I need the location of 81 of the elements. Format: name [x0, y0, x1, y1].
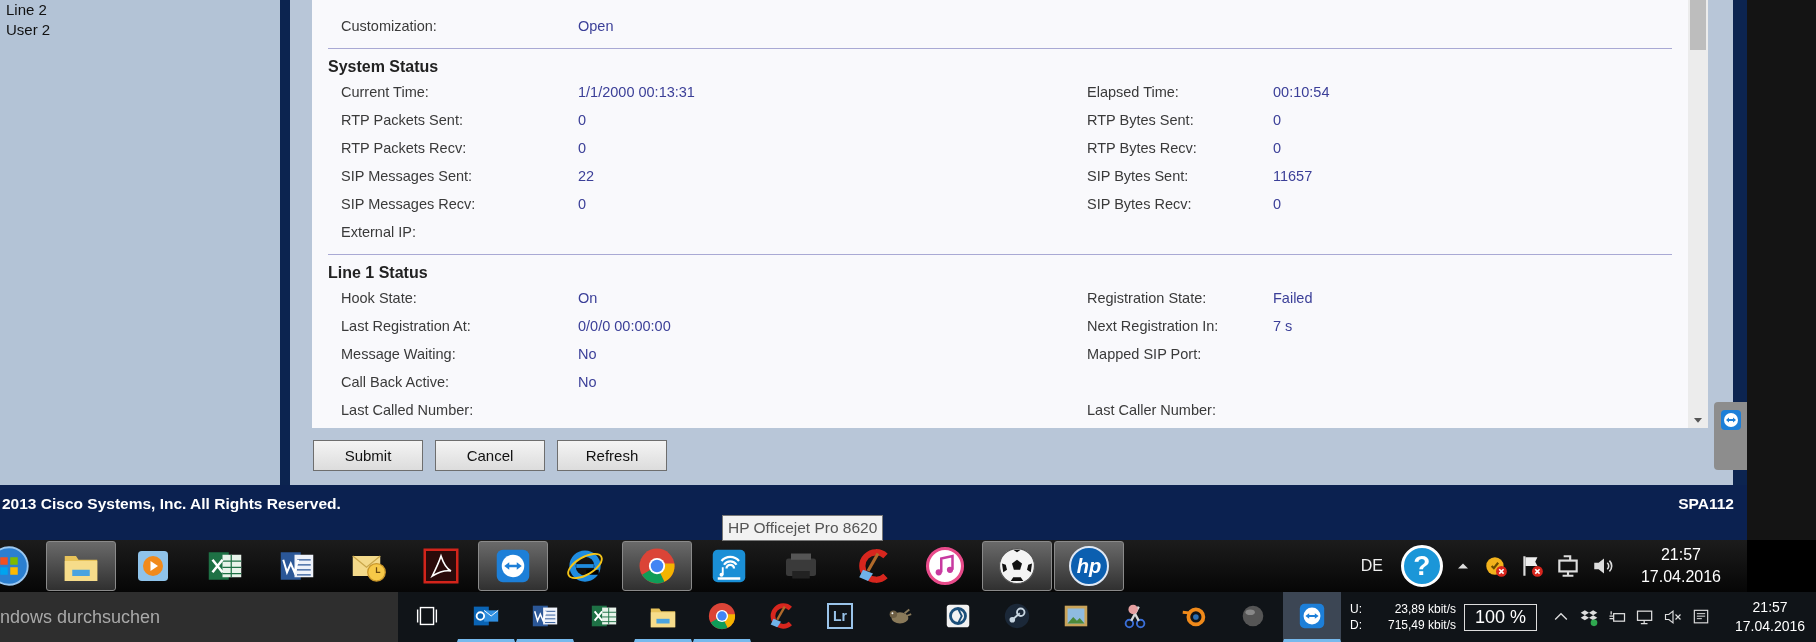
field-value: No — [578, 345, 598, 364]
round-logo-icon — [1002, 601, 1032, 631]
clock[interactable]: 21:57 17.04.2016 — [1735, 598, 1806, 636]
taskbar-button[interactable] — [46, 541, 116, 591]
field-value: 0 — [1273, 139, 1283, 158]
side-handle[interactable] — [1714, 402, 1747, 470]
field-label: Last Caller Number: — [1087, 401, 1217, 420]
taskbar-button[interactable]: Lr — [811, 592, 869, 642]
taskbar-button[interactable] — [622, 541, 692, 591]
field-value: Failed — [1273, 289, 1314, 308]
tooltip: HP Officejet Pro 8620 — [722, 515, 884, 541]
field-value: 00:10:54 — [1273, 83, 1331, 102]
field-label: Last Called Number: — [341, 401, 475, 420]
field-label: RTP Packets Recv: — [341, 139, 468, 158]
scrollbar[interactable] — [1688, 0, 1708, 428]
clock-date: 17.04.2016 — [1640, 567, 1721, 587]
music-note-icon — [925, 546, 965, 586]
field-label: Last Registration At: — [341, 317, 472, 336]
upload-rate: 23,89 kbit/s — [1393, 601, 1456, 617]
sidebar-item[interactable]: Line 2 — [0, 0, 280, 20]
field-value: 22 — [578, 167, 596, 186]
clock-time: 21:57 — [1752, 598, 1788, 617]
round-logo: hp — [1069, 546, 1109, 586]
download-label: D: — [1350, 617, 1363, 633]
field-value: 0 — [578, 111, 588, 130]
field-label: Elapsed Time: — [1087, 83, 1180, 102]
field-value: 0 — [1273, 111, 1283, 130]
round-logo-icon — [637, 546, 677, 586]
field-value: 1/1/2000 00:13:31 — [578, 83, 696, 102]
download-rate: 715,49 kbit/s — [1386, 617, 1456, 633]
taskbar-button[interactable] — [1283, 592, 1341, 642]
field-value: 0 — [578, 195, 588, 214]
copyright-text: 2013 Cisco Systems, Inc. All Rights Reserved. — [2, 495, 341, 513]
field-label: SIP Messages Recv: — [341, 195, 477, 214]
taskbar-button[interactable]: hp — [1054, 541, 1124, 591]
field-label: RTP Bytes Sent: — [1087, 111, 1195, 130]
field-label: Message Waiting: — [341, 345, 457, 364]
field-label: RTP Packets Sent: — [341, 111, 464, 130]
field-label: SIP Bytes Sent: — [1087, 167, 1190, 186]
field-value: Open — [578, 17, 615, 36]
section-title: Line 1 Status — [328, 263, 429, 283]
section-title: System Status — [328, 57, 440, 77]
field-label: External IP: — [341, 223, 417, 242]
upload-label: U: — [1350, 601, 1363, 617]
search-field[interactable]: ndows durchsuchen — [0, 592, 398, 642]
field-label: SIP Messages Sent: — [341, 167, 474, 186]
field-label: Next Registration In: — [1087, 317, 1220, 336]
speaker-mute-icon — [1663, 607, 1684, 627]
start-orb-icon — [0, 546, 29, 586]
field-label: Mapped SIP Port: — [1087, 345, 1203, 364]
taskbar-button[interactable] — [478, 541, 548, 591]
form-button[interactable]: Cancel — [435, 440, 545, 471]
round-logo-icon — [707, 601, 737, 631]
square-logo: Lr — [827, 603, 853, 629]
battery-level[interactable]: 100 % — [1464, 603, 1538, 631]
field-label: Call Back Active: — [341, 373, 450, 392]
field-label: SIP Bytes Recv: — [1087, 195, 1193, 214]
clock-time: 21:57 — [1660, 545, 1701, 565]
pdf-icon — [421, 546, 461, 586]
field-value: 0/0/0 00:00:00 — [578, 317, 672, 336]
field-value: 0 — [1273, 195, 1283, 214]
form-button[interactable]: Refresh — [557, 440, 667, 471]
soccer-ball-icon — [997, 546, 1037, 586]
field-label: Current Time: — [341, 83, 430, 102]
taskbar-button[interactable] — [982, 541, 1052, 591]
form-button[interactable]: Submit — [313, 440, 423, 471]
field-value: 0 — [578, 139, 588, 158]
field-label: Customization: — [341, 17, 438, 36]
sidebar-item[interactable]: User 2 — [0, 20, 280, 40]
clock-date: 17.04.2016 — [1735, 617, 1806, 636]
field-value: 11657 — [1273, 167, 1314, 186]
field-value: No — [578, 373, 598, 392]
field-label: RTP Bytes Recv: — [1087, 139, 1198, 158]
scrollbar-thumb[interactable] — [1690, 0, 1706, 50]
field-label: Registration State: — [1087, 289, 1208, 308]
field-label: Hook State: — [341, 289, 418, 308]
language-indicator[interactable]: DE — [1360, 557, 1383, 575]
model-name: SPA112 — [1678, 495, 1734, 513]
field-value: On — [578, 289, 599, 308]
field-value: 7 s — [1273, 317, 1294, 336]
clock[interactable]: 21:57 17.04.2016 — [1640, 544, 1721, 588]
